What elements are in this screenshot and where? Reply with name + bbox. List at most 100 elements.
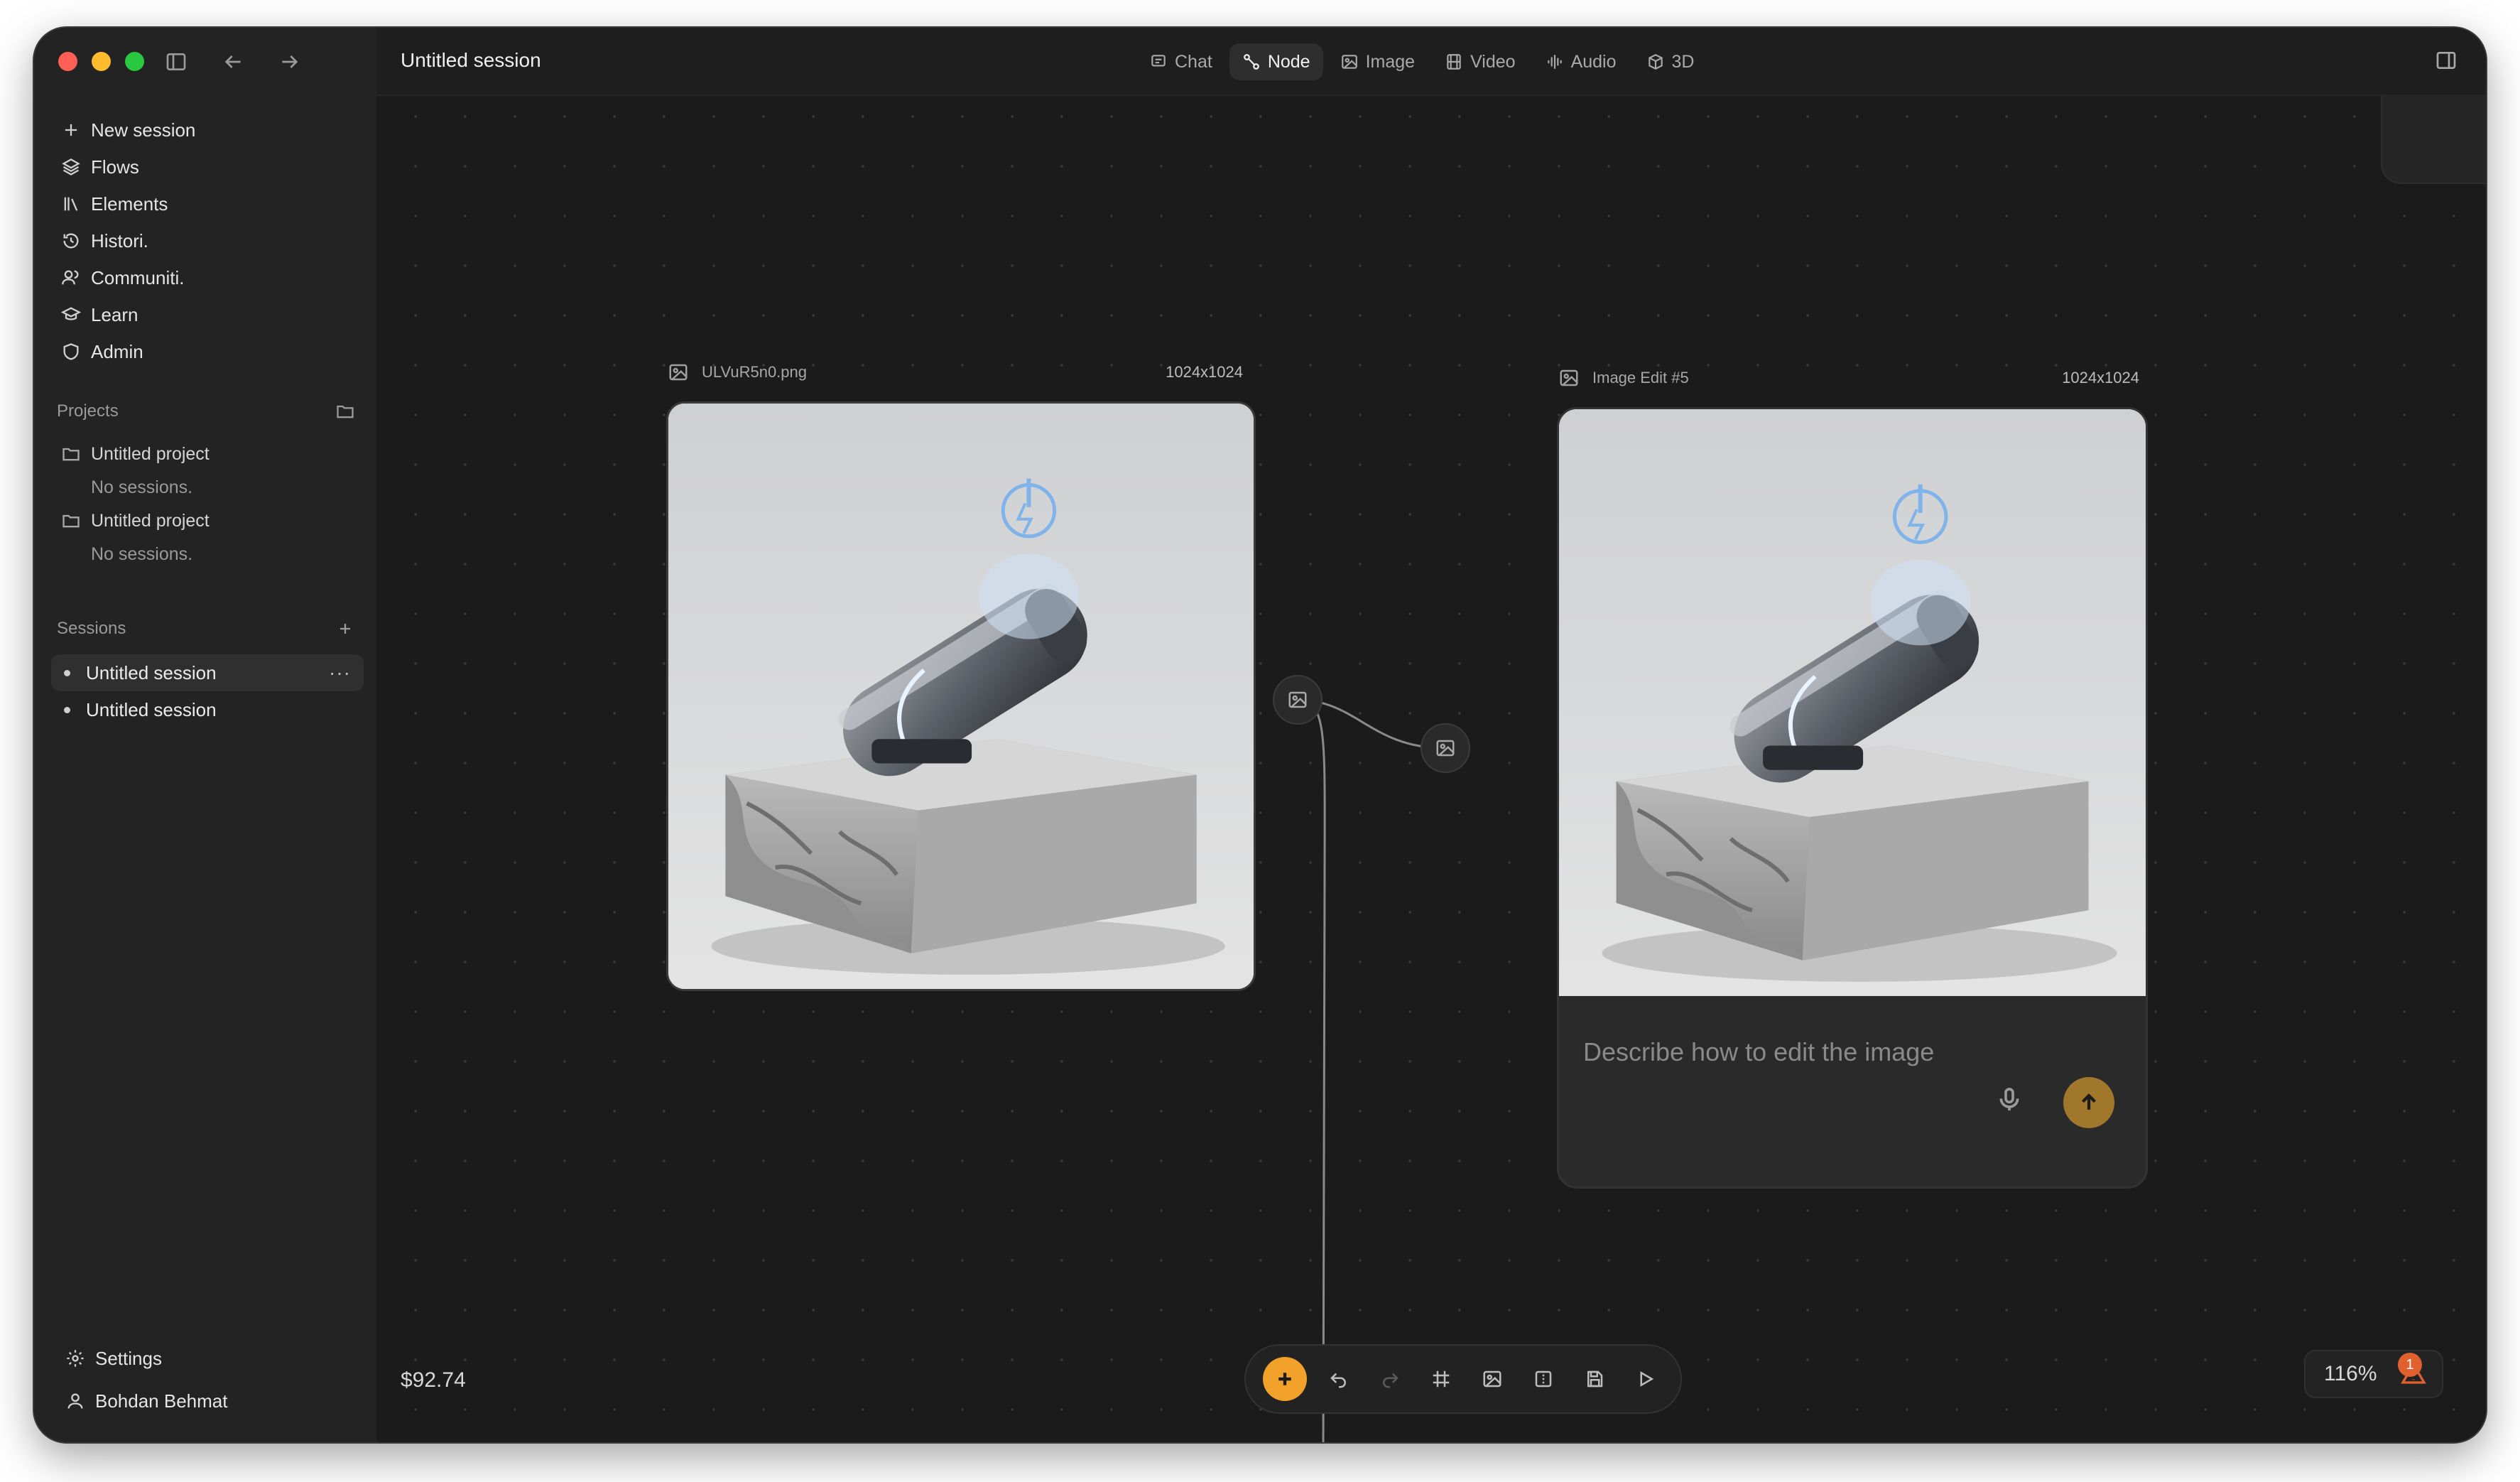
image-icon: [1288, 691, 1307, 708]
forward-arrow-icon[interactable]: [277, 49, 303, 75]
project-empty-text: No sessions.: [91, 543, 193, 564]
sessions-label: Sessions: [57, 619, 126, 638]
edit-node-header: Image Edit #5 1024x1024: [1558, 367, 2139, 389]
image-icon: [1483, 1370, 1501, 1388]
back-arrow-icon[interactable]: [220, 49, 246, 75]
nav-label: Elements: [91, 193, 168, 215]
image-edit-node[interactable]: Describe how to edit the image: [1557, 407, 2148, 1189]
layers-icon: [62, 158, 80, 175]
nav-label: Histori.: [91, 229, 148, 251]
undo-icon: [1330, 1373, 1346, 1388]
zoom-level: 116%: [2324, 1362, 2377, 1385]
image-icon: [1436, 740, 1455, 757]
arrow-up-icon: [2081, 1093, 2097, 1110]
user-icon: [67, 1393, 83, 1409]
project-name: Untitled project: [91, 443, 210, 464]
microphone-icon: [1999, 1088, 2019, 1110]
undo-button[interactable]: [1320, 1360, 1358, 1398]
edit-node-title: Image Edit #5: [1592, 369, 1689, 386]
source-node-header: ULVuR5n0.png 1024x1024: [668, 362, 1243, 383]
more-options-icon[interactable]: ···: [329, 661, 351, 684]
project-item[interactable]: Untitled project: [57, 505, 355, 536]
node-canvas[interactable]: Untitled session Chat Node Image Video A…: [376, 28, 2486, 1442]
source-image: [668, 404, 1254, 989]
gear-icon: [67, 1350, 84, 1367]
maximize-window-button[interactable]: [125, 52, 144, 71]
warnings-button[interactable]: 1: [2398, 1353, 2426, 1392]
sidebar: New session Flows Elements Histori. Comm…: [34, 28, 376, 1442]
new-folder-icon[interactable]: [335, 401, 355, 421]
image-icon: [669, 364, 688, 381]
nav-label: Flows: [91, 156, 139, 178]
frame-button[interactable]: [1422, 1360, 1460, 1398]
add-session-icon[interactable]: [335, 619, 355, 639]
zoom-control[interactable]: 116% 1: [2304, 1350, 2443, 1398]
plus-icon: [1278, 1373, 1291, 1385]
split-view-icon: [1535, 1370, 1552, 1388]
nav-learn[interactable]: Learn: [55, 296, 361, 333]
image-icon: [1560, 369, 1578, 386]
edited-image: [1559, 409, 2146, 996]
main-nav: New session Flows Elements Histori. Comm…: [55, 112, 361, 370]
project-name: Untitled project: [91, 510, 210, 531]
session-item[interactable]: Untitled session: [51, 691, 364, 728]
session-bullet: [64, 706, 70, 713]
microphone-button[interactable]: [1995, 1086, 2024, 1118]
plus-icon: [65, 124, 77, 136]
nav-history[interactable]: Histori.: [55, 222, 361, 259]
edit-input-handle[interactable]: [1421, 723, 1470, 773]
source-node-title: ULVuR5n0.png: [702, 363, 807, 381]
settings-button[interactable]: Settings: [60, 1337, 227, 1380]
session-bullet: [64, 669, 70, 676]
source-image-node[interactable]: [666, 401, 1256, 991]
projects-header: Projects: [57, 397, 355, 426]
send-button[interactable]: [2063, 1077, 2114, 1128]
history-icon: [63, 233, 79, 249]
shield-icon: [63, 343, 79, 360]
source-node-dimensions: 1024x1024: [1166, 363, 1243, 381]
session-item-active[interactable]: Untitled session ···: [51, 654, 364, 691]
canvas-toolbar: [1244, 1344, 1682, 1414]
project-item[interactable]: Untitled project: [57, 438, 355, 470]
compare-button[interactable]: [1524, 1360, 1563, 1398]
user-name: Bohdan Behmat: [95, 1390, 228, 1412]
play-icon: [1640, 1371, 1654, 1387]
projects-label: Projects: [57, 401, 119, 421]
redo-button[interactable]: [1371, 1360, 1409, 1398]
minimize-window-button[interactable]: [92, 52, 111, 71]
hash-frame-icon: [1433, 1370, 1450, 1388]
save-button[interactable]: [1575, 1360, 1614, 1398]
window-controls: [58, 52, 144, 71]
nav-label: Admin: [91, 340, 143, 362]
sidebar-toggle-icon[interactable]: [163, 49, 189, 75]
user-profile-button[interactable]: Bohdan Behmat: [60, 1380, 227, 1422]
app-window: New session Flows Elements Histori. Comm…: [33, 26, 2487, 1444]
graduation-cap-icon: [61, 307, 81, 320]
close-window-button[interactable]: [58, 52, 77, 71]
nav-label: Communiti.: [91, 266, 185, 288]
projects-list: Untitled project No sessions. Untitled p…: [57, 438, 355, 572]
credit-balance: $92.74: [401, 1368, 466, 1392]
redo-icon: [1383, 1373, 1399, 1388]
project-empty-text: No sessions.: [91, 477, 193, 497]
folder-icon: [63, 448, 80, 461]
source-output-handle[interactable]: [1273, 675, 1323, 725]
nav-new-session[interactable]: New session: [55, 112, 361, 148]
edit-node-dimensions: 1024x1024: [2062, 369, 2139, 386]
settings-label: Settings: [95, 1347, 162, 1369]
edge-source-down: [1296, 698, 1326, 1442]
nav-admin[interactable]: Admin: [55, 333, 361, 370]
nav-community[interactable]: Communiti.: [55, 259, 361, 296]
folder-icon: [63, 514, 80, 528]
nav-elements[interactable]: Elements: [55, 185, 361, 222]
sessions-list: Untitled session ··· Untitled session: [51, 654, 364, 728]
nav-label: New session: [91, 119, 196, 141]
add-image-button[interactable]: [1473, 1360, 1511, 1398]
edit-prompt-input[interactable]: Describe how to edit the image: [1583, 1037, 1934, 1067]
nav-flows[interactable]: Flows: [55, 148, 361, 185]
add-node-button[interactable]: [1263, 1357, 1307, 1401]
session-name: Untitled session: [86, 661, 217, 683]
run-button[interactable]: [1626, 1360, 1665, 1398]
session-name: Untitled session: [86, 698, 217, 720]
save-icon: [1587, 1370, 1603, 1388]
